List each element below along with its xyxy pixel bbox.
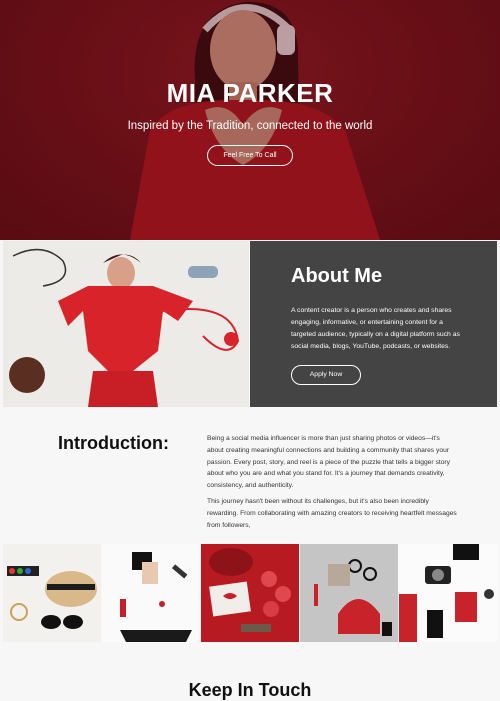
intro-paragraph: Being a social media influencer is more … [207, 435, 450, 490]
hero-name: MIA PARKER [166, 78, 334, 108]
gallery-image [102, 544, 200, 642]
hero-section: MIA PARKER Inspired by the Tradition, co… [0, 0, 500, 240]
intro-title: Introduction: [58, 433, 169, 453]
feel-free-to-call-button[interactable]: Feel Free To Call [207, 145, 293, 166]
gallery [3, 544, 497, 642]
about-photo-image [3, 241, 249, 407]
intro-paragraph: This journey hasn't been without its cha… [207, 497, 457, 529]
intro-body: Being a social media influencer is more … [207, 433, 457, 535]
about-title: About Me [291, 265, 383, 287]
gallery-image [3, 544, 101, 642]
gallery-image [300, 544, 398, 642]
keep-in-touch-title: Keep In Touch [188, 680, 312, 700]
about-text: A content creator is a person who create… [291, 307, 460, 350]
gallery-image [201, 544, 299, 642]
gallery-image [399, 544, 497, 642]
about-section: About Me A content creator is a person w… [250, 241, 497, 407]
about-photo [3, 241, 249, 407]
hero-tagline: Inspired by the Tradition, connected to … [127, 120, 373, 132]
apply-now-button[interactable]: Apply Now [291, 365, 361, 385]
